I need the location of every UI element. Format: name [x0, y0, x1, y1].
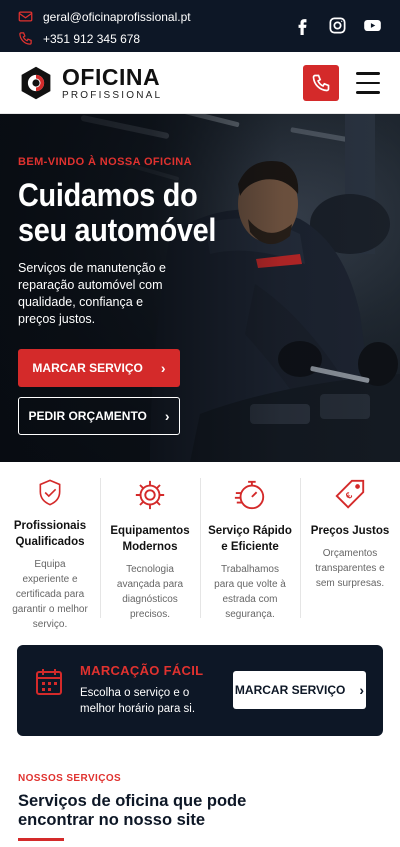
feature-title: Preços Justos [310, 525, 390, 537]
phone-icon [312, 74, 330, 92]
feature-description: Trabalhamos para que volte à estrada com… [214, 564, 286, 620]
calendar-icon [36, 669, 62, 695]
chevron-right-icon: › [359, 682, 365, 698]
contact-phone[interactable]: +351 912 345 678 [18, 31, 140, 46]
euro-tag-icon: € [335, 479, 365, 509]
svg-text:€: € [344, 490, 356, 502]
shield-check-icon [39, 479, 61, 506]
facebook-icon[interactable] [293, 16, 312, 35]
logo-wordmark: OFICINA PROFISSIONAL [62, 63, 163, 101]
feature-description: Orçamentos transparentes e sem surpresas… [315, 548, 385, 589]
feature-description: Equipa experiente e certificada para gar… [12, 559, 88, 630]
feature-title: Profissionais Qualificados [13, 520, 87, 548]
heading-underline [18, 838, 64, 841]
feature-title: Serviço Rápido e Eficiente [208, 525, 292, 553]
services-section: NOSSOS SERVIÇOS Serviços de oficina que … [0, 754, 400, 847]
call-button[interactable] [303, 65, 339, 101]
hero-title-line-2: seu automóvel [18, 212, 217, 248]
feature-title: Equipamentos Modernos [110, 525, 190, 553]
hero-title-line-1: Cuidamos do [18, 177, 198, 213]
instagram-icon[interactable] [328, 16, 347, 35]
features-section: Profissionais Qualificados Equipa experie… [0, 462, 400, 632]
feature-item: Equipamentos Modernos Tecnologia avançada… [100, 462, 200, 632]
top-contact-bar: geral@oficinaprofissional.pt +351 912 34… [0, 0, 400, 52]
request-quote-label: PEDIR ORÇAMENTO [28, 409, 147, 423]
gear-icon [135, 480, 165, 510]
youtube-icon[interactable] [363, 16, 382, 35]
logo-word-profissional: PROFISSIONAL [62, 89, 163, 101]
booking-title: MARCAÇÃO FÁCIL [80, 663, 204, 678]
feature-item: Serviço Rápido e Eficiente Trabalhamos pa… [200, 462, 300, 632]
contact-phone-text: +351 912 345 678 [43, 31, 141, 46]
social-links [293, 16, 382, 35]
contact-email[interactable]: geral@oficinaprofissional.pt [18, 9, 191, 24]
site-logo[interactable]: OFICINA PROFISSIONAL [18, 65, 162, 101]
hero-section: BEM-VINDO À NOSSA OFICINA Cuidamos do se… [0, 114, 400, 462]
hamburger-menu-icon[interactable] [356, 72, 380, 94]
mail-icon [18, 11, 33, 22]
contact-email-text: geral@oficinaprofissional.pt [43, 9, 191, 24]
booking-service-button[interactable]: MARCAR SERVIÇO › [233, 671, 366, 709]
logo-word-oficina: OFICINA [62, 63, 161, 90]
feature-description: Tecnologia avançada para diagnósticos pr… [116, 564, 184, 620]
easy-booking-banner: MARCAÇÃO FÁCIL Escolha o serviço e o mel… [17, 645, 383, 736]
hero-kicker: BEM-VINDO À NOSSA OFICINA [18, 156, 192, 168]
phone-icon [19, 32, 32, 45]
chevron-right-icon: › [160, 360, 166, 376]
booking-service-label: MARCAR SERVIÇO [234, 683, 346, 697]
stopwatch-icon [234, 480, 265, 510]
hero-description: Serviços de manutenção e reparação autom… [18, 261, 167, 326]
chevron-right-icon: › [164, 408, 170, 424]
book-service-button[interactable]: MARCAR SERVIÇO › [18, 349, 180, 387]
services-heading: Serviços de oficina que pode encontrar n… [18, 792, 247, 829]
booking-description: Escolha o serviço e o melhor horário par… [80, 687, 196, 715]
feature-item: Profissionais Qualificados Equipa experie… [0, 462, 100, 632]
logo-hex-icon [21, 66, 51, 100]
services-kicker: NOSSOS SERVIÇOS [18, 773, 122, 784]
feature-item: € Preços Justos Orçamentos transparentes… [300, 462, 400, 632]
request-quote-button[interactable]: PEDIR ORÇAMENTO › [18, 397, 180, 435]
site-header: OFICINA PROFISSIONAL [0, 52, 400, 114]
book-service-label: MARCAR SERVIÇO [32, 361, 143, 375]
hero-title: Cuidamos do seu automóvel [18, 178, 216, 248]
